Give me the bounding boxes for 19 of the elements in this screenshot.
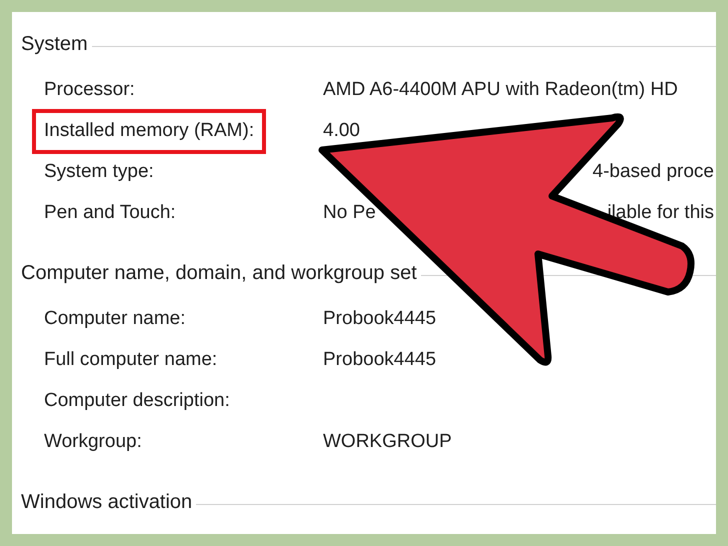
property-label: Full computer name: (44, 348, 218, 372)
property-value: 4-based proce (592, 160, 714, 184)
section-heading: Computer name, domain, and workgroup set (21, 261, 417, 286)
section-heading: Windows activation (21, 490, 192, 515)
property-value: AMD A6-4400M APU with Radeon(tm) HD (323, 78, 678, 102)
property-label: Installed memory (RAM): (32, 109, 266, 154)
property-label: System type: (44, 160, 154, 184)
property-value: 4.00 (323, 119, 360, 144)
property-value: WORKGROUP (323, 430, 452, 454)
property-label: Computer description: (44, 389, 230, 414)
property-value: Probook4445 (323, 307, 436, 332)
property-value: ilable for this (607, 201, 714, 226)
section-heading: System (21, 32, 88, 57)
property-value: No Pe (323, 201, 376, 226)
property-label: Workgroup: (44, 430, 142, 454)
property-label: Computer name: (44, 307, 186, 332)
property-label: Pen and Touch: (44, 201, 176, 226)
property-label: Processor: (44, 78, 135, 102)
property-value: Probook4445 (323, 348, 436, 372)
